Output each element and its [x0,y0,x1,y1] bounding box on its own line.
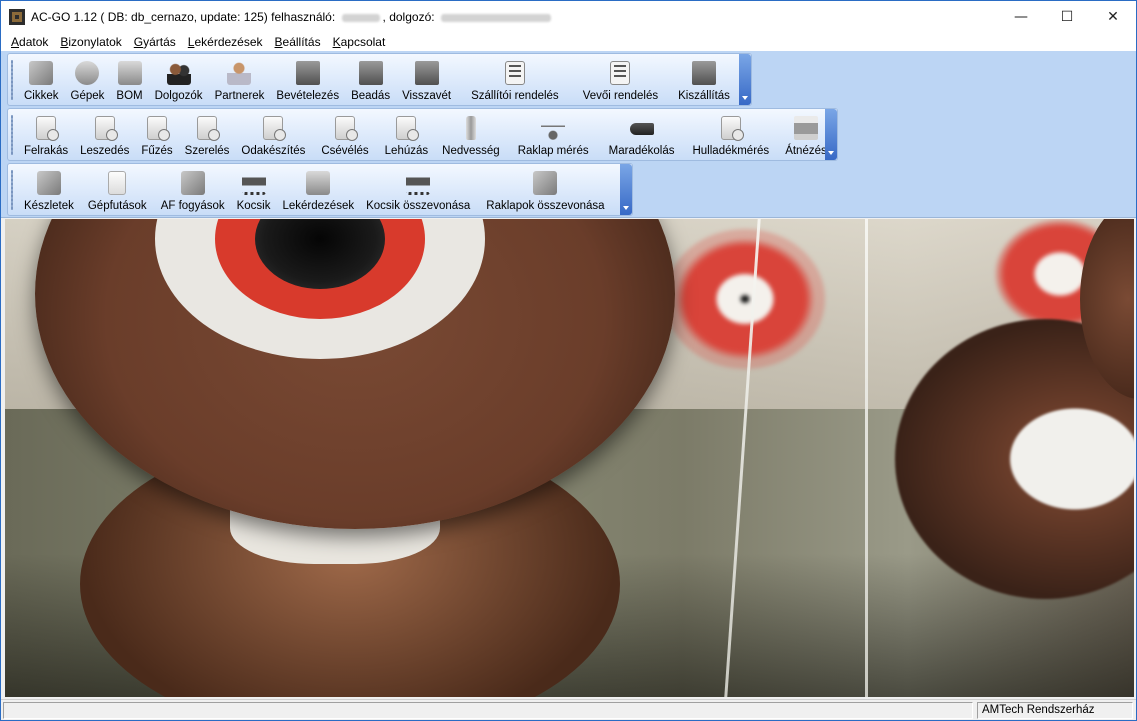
vevoi-rendeles-button[interactable]: Vevői rendelés [573,54,668,105]
blurred-spool-target [665,229,825,369]
csevéles-button[interactable]: Csévélés [311,109,378,160]
raklap-meres-button[interactable]: Raklap mérés [508,109,603,160]
menu-bizonylatok[interactable]: Bizonylatok [54,35,127,49]
boxes-icon [29,61,54,85]
stock-icon [36,171,61,195]
fuzes-button[interactable]: Fűzés [135,109,178,160]
toolbar-overflow-button[interactable] [739,54,751,105]
stapler-icon [629,123,654,135]
partner-icon [227,61,252,85]
cikkek-button[interactable]: Cikkek [18,54,65,105]
felrakas-button[interactable]: Felrakás [18,109,74,160]
bottle-icon [465,116,476,140]
scale-icon [541,116,566,140]
af-fogyasok-button[interactable]: AF fogyások [155,164,231,215]
partnerek-button[interactable]: Partnerek [209,54,271,105]
kiszallitas-button[interactable]: Kiszállítás [668,54,736,105]
background-spool-photo [5,219,1134,697]
lekerdezesek-button[interactable]: Lekérdezések [276,164,360,215]
visszavet-button[interactable]: Visszavét [396,54,457,105]
waste-icon [720,116,744,141]
menu-gyartas[interactable]: Gyártás [128,35,182,49]
lehuzas-button[interactable]: Lehúzás [379,109,434,160]
nedvesseg-button[interactable]: Nedvesség [434,109,508,160]
keszletek-button[interactable]: Készletek [18,164,80,215]
minimize-button[interactable]: — [998,1,1044,33]
toolbar-main: Cikkek Gépek BOM Dolgozók Partnerek Bevé… [7,53,752,106]
cart-icon [241,171,266,195]
blank-doc-icon [108,171,127,195]
window-title: AC-GO 1.12 ( DB: db_cernazo, update: 125… [31,10,554,24]
status-company: AMTech Rendszerház [977,702,1133,719]
menu-lekerdezesek[interactable]: Lekérdezések [182,35,269,49]
cart-merge-icon [406,171,431,195]
doc-clock-icon [197,116,221,141]
title-bar[interactable]: AC-GO 1.12 ( DB: db_cernazo, update: 125… [1,1,1136,33]
odakeszites-button[interactable]: Odakészítés [235,109,311,160]
szereles-button[interactable]: Szerelés [179,109,236,160]
gepfutasok-button[interactable]: Gépfutások [80,164,155,215]
status-panel-main [3,702,973,719]
machine-icon [75,61,100,85]
redacted-worker-name [440,13,551,22]
bom-icon [117,61,142,85]
leszedes-button[interactable]: Leszedés [74,109,135,160]
dolgozok-button[interactable]: Dolgozók [149,54,209,105]
consumption-icon [180,171,205,195]
status-bar: AMTech Rendszerház [1,699,1136,720]
hulladekmeres-button[interactable]: Hulladékmérés [684,109,779,160]
menu-kapcsolat[interactable]: Kapcsolat [327,35,392,49]
window-controls: — ☐ ✕ [998,1,1136,33]
toolbar-area: Cikkek Gépek BOM Dolgozók Partnerek Bevé… [1,51,1136,218]
customer-order-icon [610,61,631,85]
kocsik-osszevonasa-button[interactable]: Kocsik összevonása [360,164,476,215]
kocsik-button[interactable]: Kocsik [231,164,277,215]
doc-clock-icon [263,116,287,141]
thread-line [865,219,868,697]
truck-return-icon [414,61,439,85]
menu-bar: Adatok Bizonylatok Gyártás Lekérdezések … [1,33,1136,51]
printer-icon [793,116,818,140]
app-window: AC-GO 1.12 ( DB: db_cernazo, update: 125… [0,0,1137,721]
query-icon [306,171,331,195]
bevetelezes-button[interactable]: Bevételezés [270,54,345,105]
menu-adatok[interactable]: Adatok [5,35,54,49]
maradekolas-button[interactable]: Maradékolás [603,109,685,160]
truck-deliver-icon [358,61,383,85]
truck-in-icon [295,61,320,85]
maximize-button[interactable]: ☐ [1044,1,1090,33]
pallet-merge-icon [533,171,558,195]
menu-beallitas[interactable]: Beállítás [269,35,327,49]
doc-clock-icon [396,116,420,141]
supplier-order-icon [504,61,525,85]
doc-clock-icon [36,116,60,141]
doc-clock-icon [94,116,118,141]
app-logo-icon [9,9,25,25]
gepek-button[interactable]: Gépek [65,54,111,105]
toolbar-overflow-button[interactable] [825,109,837,160]
toolbar-queries: Készletek Gépfutások AF fogyások Kocsik … [7,163,633,216]
people-icon [166,61,191,85]
truck-ship-icon [692,61,717,85]
doc-clock-icon [147,116,170,141]
close-button[interactable]: ✕ [1090,1,1136,33]
doc-clock-icon [335,116,358,141]
bom-button[interactable]: BOM [110,54,148,105]
raklapok-osszevonasa-button[interactable]: Raklapok összevonása [476,164,618,215]
redacted-username [341,13,380,22]
toolbar-production: Felrakás Leszedés Fűzés Szerelés Odakész… [7,108,838,161]
toolbar-overflow-button[interactable] [620,164,632,215]
title-prefix: AC-GO 1.12 ( DB: db_cernazo, update: 125… [31,10,336,24]
title-middle: dolgozó: [389,10,435,24]
szallitoi-rendeles-button[interactable]: Szállítói rendelés [457,54,573,105]
beadas-button[interactable]: Beadás [345,54,396,105]
